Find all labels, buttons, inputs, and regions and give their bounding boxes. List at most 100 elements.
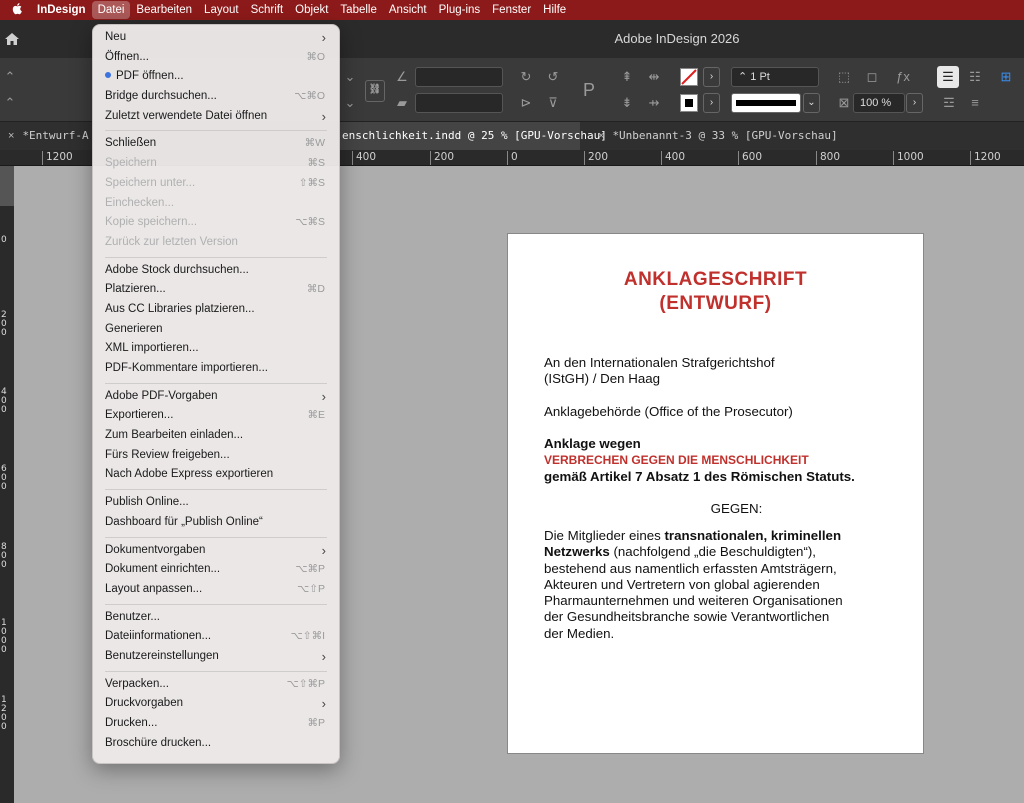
menu-item-benutzereinstellungen[interactable]: Benutzereinstellungen › (93, 647, 339, 667)
menu-item-dashboard-für-publish-online[interactable]: Dashboard für „Publish Online“ (93, 513, 339, 533)
chevron-down-icon[interactable]: ⌄ (340, 93, 360, 113)
menubar-item-datei[interactable]: Datei (91, 1, 131, 19)
tab-menschlichkeit[interactable]: enschlichkeit.indd @ 25 % [GPU-Vorschau] (340, 122, 607, 150)
menubar-item-plugins[interactable]: Plug-ins (433, 1, 487, 19)
menubar-item-objekt[interactable]: Objekt (289, 1, 334, 19)
constrain-proportions-icon[interactable]: ⛓ (365, 80, 385, 102)
apple-icon[interactable] (8, 2, 31, 18)
tab-entwurf[interactable]: × *Entwurf-A (0, 122, 92, 150)
select-next-icon[interactable]: ⇸ (644, 93, 664, 113)
distribute-icon[interactable]: ☲ (939, 93, 959, 113)
menubar-item-tabelle[interactable]: Tabelle (334, 1, 382, 19)
menu-item-label: Zuletzt verwendete Datei öffnen (105, 109, 268, 122)
menu-item-dokument-einrichten[interactable]: Dokument einrichten... ⌥⌘P (93, 560, 339, 580)
drop-shadow-icon[interactable]: ◻ (862, 67, 882, 87)
menu-item-drucken[interactable]: Drucken... ⌘P (93, 714, 339, 734)
flip-vertical-icon[interactable]: ⊽ (543, 93, 563, 113)
chevron-down-icon[interactable]: ⌄ (340, 67, 360, 87)
menu-item-shortcut: ⇧⌘S (298, 176, 325, 189)
menu-item-broschüre-drucken[interactable]: Broschüre drucken... (93, 734, 339, 754)
shear-angle-icon: ▰ (397, 95, 407, 110)
vertical-ruler[interactable]: 0 200 400 600 800 1000 1200 (0, 166, 14, 803)
stroke-weight-field[interactable]: ⌃ 1 Pt (731, 67, 819, 87)
menu-item-label: PDF-Kommentare importieren... (105, 362, 268, 374)
fill-dropdown-button[interactable]: › (703, 67, 720, 87)
menu-item-schließen[interactable]: Schließen ⌘W (93, 134, 339, 154)
tab-unbenannt-3[interactable]: × *Unbenannt-3 @ 33 % [GPU-Vorschau] (590, 122, 838, 150)
menu-item-xml-importieren[interactable]: XML importieren... (93, 339, 339, 359)
menu-item-pdf-kommentare-importieren[interactable]: PDF-Kommentare importieren... (93, 359, 339, 379)
heading-line: (ENTWURF) (659, 293, 772, 314)
rotate-ccw-icon[interactable]: ↺ (543, 67, 563, 87)
menu-item-nach-adobe-express-exportieren[interactable]: Nach Adobe Express exportieren (93, 465, 339, 485)
menu-item-verpacken[interactable]: Verpacken... ⌥⇧⌘P (93, 675, 339, 695)
grid-icon[interactable]: ⊞ (996, 67, 1016, 87)
menu-item-platzieren[interactable]: Platzieren... ⌘D (93, 280, 339, 300)
menu-item-benutzer[interactable]: Benutzer... (93, 608, 339, 628)
menu-item-label: Publish Online... (105, 496, 189, 509)
menu-item-label: Drucken... (105, 717, 158, 729)
select-content-icon[interactable]: ⇟ (617, 93, 637, 113)
menubar-item-bearbeiten[interactable]: Bearbeiten (130, 1, 198, 19)
ruler-tick: 200 (584, 151, 608, 165)
menu-item-fürs-review-freigeben[interactable]: Fürs Review freigeben... (93, 446, 339, 466)
vertical-ruler-thumb[interactable] (0, 166, 14, 206)
document-page[interactable]: ANKLAGESCHRIFT (ENTWURF) An den Internat… (507, 233, 924, 754)
menu-item-shortcut: ⌘S (307, 157, 325, 170)
menu-item-adobe-stock-durchsuchen[interactable]: Adobe Stock durchsuchen... (93, 261, 339, 281)
select-container-icon[interactable]: ⇞ (617, 67, 637, 87)
close-icon[interactable]: × (8, 130, 14, 142)
menu-separator (105, 130, 327, 132)
datei-menu: Neu › Öffnen... ⌘O PDF öffnen... Bridge durch… (92, 24, 340, 764)
stepper-icon[interactable]: ⌃ (0, 67, 20, 87)
menu-item-öffnen[interactable]: Öffnen... ⌘O (93, 48, 339, 68)
menu-item-aus-cc-libraries-platzieren[interactable]: Aus CC Libraries platzieren... (93, 300, 339, 320)
opacity-field[interactable]: 100 % (853, 93, 905, 113)
stroke-dropdown-button[interactable]: › (703, 93, 720, 113)
opacity-dropdown[interactable]: › (906, 93, 923, 113)
menu-item-layout-anpassen[interactable]: Layout anpassen... ⌥⇧P (93, 580, 339, 600)
menubar-item-hilfe[interactable]: Hilfe (537, 1, 572, 19)
menubar-item-schrift[interactable]: Schrift (245, 1, 290, 19)
rotation-angle-field[interactable] (415, 67, 503, 87)
effects-fx-icon[interactable]: ƒx (893, 67, 913, 87)
menu-item-bridge-durchsuchen[interactable]: Bridge durchsuchen... ⌥⌘O (93, 87, 339, 107)
align-active-icon[interactable]: ☰ (937, 66, 959, 88)
stepper-icon[interactable]: ⌃ (0, 93, 20, 113)
stroke-type-dropdown[interactable]: ⌄ (803, 93, 820, 113)
menu-item-dateiinformationen[interactable]: Dateiinformationen... ⌥⇧⌘I (93, 627, 339, 647)
menu-item-label: Verpacken... (105, 677, 169, 690)
menu-item-label: Layout anpassen... (105, 582, 203, 595)
align-center-icon[interactable]: ☷ (965, 67, 985, 87)
menu-item-neu[interactable]: Neu › (93, 28, 339, 48)
menu-item-shortcut: ⌘D (306, 283, 325, 296)
menu-item-zuletzt-verwendete-datei-öffnen[interactable]: Zuletzt verwendete Datei öffnen › (93, 107, 339, 127)
distribute-alt-icon[interactable]: ≡ (965, 93, 985, 113)
body-text: Die Mitglieder eines transnationalen, kr… (544, 528, 843, 641)
select-previous-icon[interactable]: ⇹ (644, 67, 664, 87)
menu-item-generieren[interactable]: Generieren (93, 320, 339, 340)
menu-item-label: Exportieren... (105, 409, 174, 422)
menubar-item-layout[interactable]: Layout (198, 1, 245, 19)
shear-angle-field[interactable] (415, 93, 503, 113)
menu-item-adobe-pdf-vorgaben[interactable]: Adobe PDF-Vorgaben › (93, 387, 339, 407)
menu-item-zum-bearbeiten-einladen[interactable]: Zum Bearbeiten einladen... (93, 426, 339, 446)
menu-item-pdf-öffnen[interactable]: PDF öffnen... (93, 67, 339, 87)
menubar-item-indesign[interactable]: InDesign (31, 1, 92, 19)
menu-item-shortcut: ⌥⌘P (295, 563, 325, 576)
flip-horizontal-icon[interactable]: ⊳ (516, 93, 536, 113)
menu-item-publish-online[interactable]: Publish Online... (93, 493, 339, 513)
menu-item-druckvorgaben[interactable]: Druckvorgaben › (93, 694, 339, 714)
text-wrap-icon[interactable]: ⬚ (834, 67, 854, 87)
close-icon[interactable]: × (598, 130, 604, 142)
stroke-black-icon[interactable] (680, 94, 698, 112)
stroke-type-swatch[interactable] (731, 93, 801, 113)
menu-item-dokumentvorgaben[interactable]: Dokumentvorgaben › (93, 541, 339, 561)
menu-item-exportieren[interactable]: Exportieren... ⌘E (93, 406, 339, 426)
menu-item-zurück-zur-letzten-version: Zurück zur letzten Version (93, 233, 339, 253)
fill-none-icon[interactable] (680, 68, 698, 86)
ruler-tick: 800 (816, 151, 840, 165)
rotate-cw-icon[interactable]: ↻ (516, 67, 536, 87)
menubar-item-fenster[interactable]: Fenster (486, 1, 537, 19)
menubar-item-ansicht[interactable]: Ansicht (383, 1, 433, 19)
